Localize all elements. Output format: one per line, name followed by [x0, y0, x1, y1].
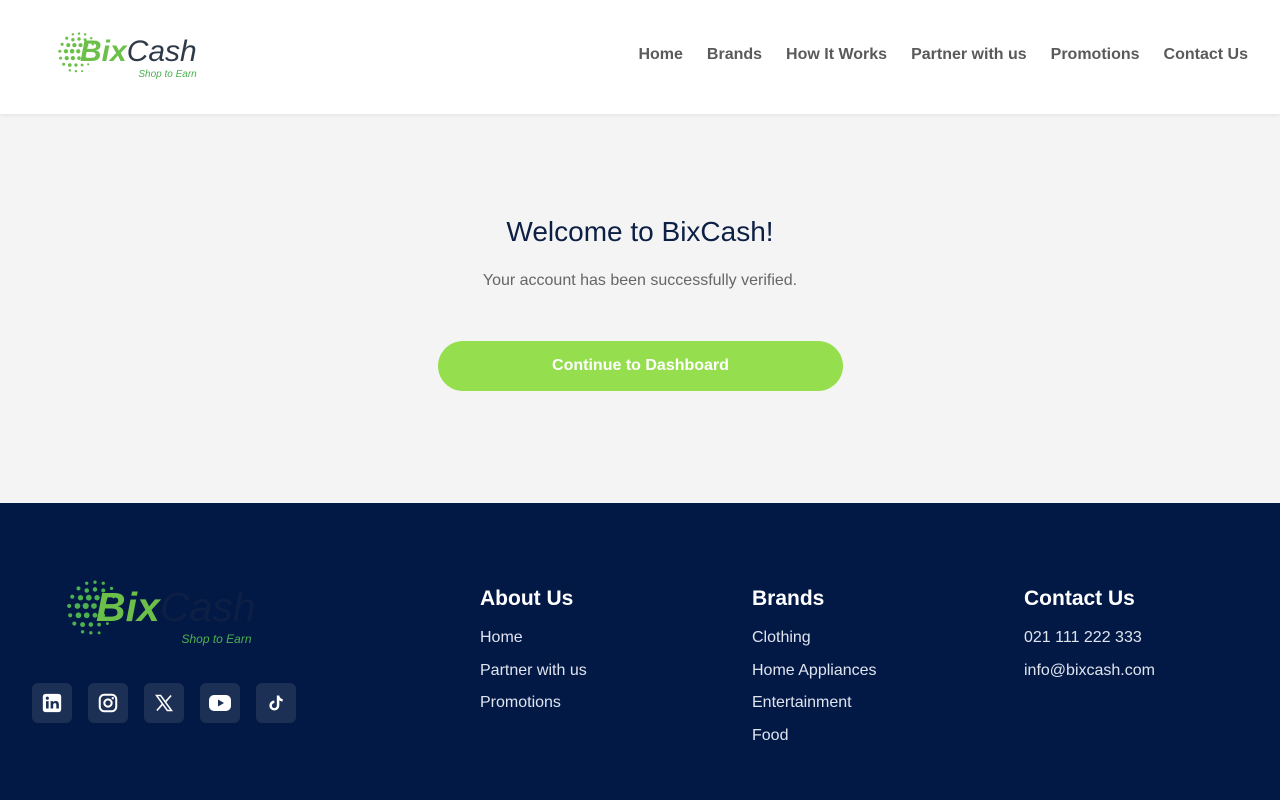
footer-about-column: About Us Home Partner with us Promotions — [480, 587, 587, 727]
footer-link-home[interactable]: Home — [480, 629, 587, 662]
footer-contact-heading: Contact Us — [1024, 587, 1135, 610]
nav-home[interactable]: Home — [638, 46, 682, 64]
footer-content: About Us Home Partner with us Promotions… — [0, 503, 1280, 800]
logo-wordmark: BixCash Shop to Earn — [80, 35, 197, 80]
nav-contact-us[interactable]: Contact Us — [1164, 46, 1248, 64]
footer-contact-column: Contact Us 021 111 222 333 info@bixcash.… — [1024, 587, 1155, 694]
main-nav: Home Brands How It Works Partner with us… — [638, 46, 1248, 64]
footer-phone: 021 111 222 333 — [1024, 629, 1142, 646]
footer-link-clothing[interactable]: Clothing — [752, 629, 877, 662]
footer-link-promotions[interactable]: Promotions — [480, 694, 587, 727]
verification-panel: Welcome to BixCash! Your account has bee… — [0, 114, 1280, 503]
logo-tagline: Shop to Earn — [138, 69, 197, 80]
social-links — [32, 683, 296, 723]
footer-email[interactable]: info@bixcash.com — [1024, 662, 1155, 695]
nav-promotions[interactable]: Promotions — [1051, 46, 1140, 64]
footer-link-home-appliances[interactable]: Home Appliances — [752, 662, 877, 695]
footer-link-food[interactable]: Food — [752, 727, 877, 760]
welcome-title: Welcome to BixCash! — [506, 216, 774, 247]
footer-brands-column: Brands Clothing Home Appliances Entertai… — [752, 587, 877, 759]
footer-about-heading: About Us — [480, 587, 574, 610]
verification-message: Your account has been successfully verif… — [482, 272, 798, 289]
footer-brands-heading: Brands — [752, 587, 825, 610]
nav-how-it-works[interactable]: How It Works — [786, 46, 887, 64]
header-logo[interactable]: BixCash Shop to Earn — [56, 26, 197, 80]
tiktok-icon[interactable] — [256, 683, 296, 723]
footer-link-entertainment[interactable]: Entertainment — [752, 694, 877, 727]
instagram-icon[interactable] — [88, 683, 128, 723]
logo-cash-text: Cash — [126, 35, 197, 68]
continue-to-dashboard-button[interactable]: Continue to Dashboard — [438, 341, 843, 391]
linkedin-icon[interactable] — [32, 683, 72, 723]
footer-link-partner-with-us[interactable]: Partner with us — [480, 662, 587, 695]
youtube-icon[interactable] — [200, 683, 240, 723]
logo-bix-text: Bix — [80, 35, 127, 68]
x-icon[interactable] — [144, 683, 184, 723]
site-header: BixCash Shop to Earn Home Brands How It … — [0, 0, 1280, 114]
nav-brands[interactable]: Brands — [707, 46, 762, 64]
nav-partner-with-us[interactable]: Partner with us — [911, 46, 1027, 64]
